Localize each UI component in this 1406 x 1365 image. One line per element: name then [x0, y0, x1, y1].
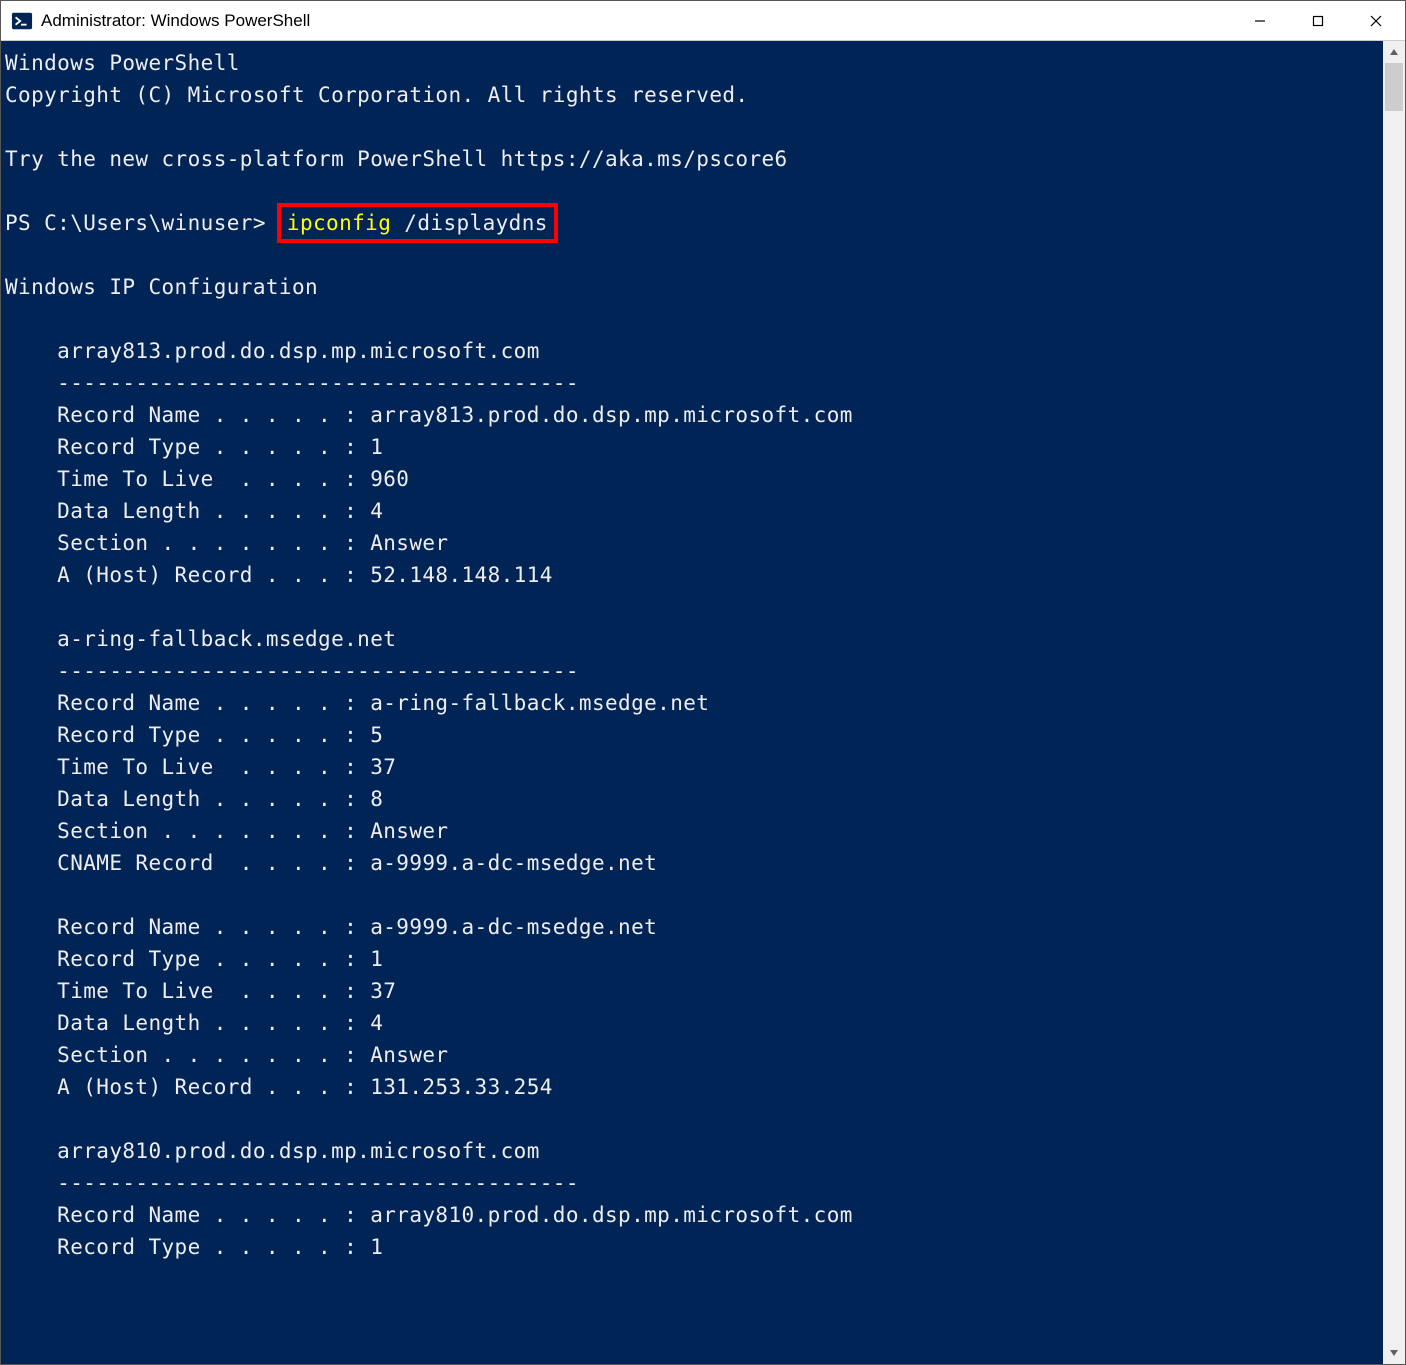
scroll-thumb[interactable] [1385, 63, 1403, 111]
close-button[interactable] [1347, 1, 1405, 41]
minimize-button[interactable] [1231, 1, 1289, 41]
command-ipconfig: ipconfig [287, 211, 391, 235]
highlighted-command: ipconfig /displaydns [277, 203, 558, 243]
maximize-button[interactable] [1289, 1, 1347, 41]
scroll-up-button[interactable] [1383, 41, 1405, 63]
titlebar[interactable]: Administrator: Windows PowerShell [1, 1, 1405, 41]
vertical-scrollbar[interactable] [1383, 41, 1405, 1364]
client-area: Windows PowerShell Copyright (C) Microso… [1, 41, 1405, 1364]
scroll-track[interactable] [1383, 63, 1405, 1342]
powershell-window: Administrator: Windows PowerShell Window… [0, 0, 1406, 1365]
powershell-icon [11, 10, 33, 32]
window-title: Administrator: Windows PowerShell [41, 11, 310, 31]
scroll-down-button[interactable] [1383, 1342, 1405, 1364]
terminal-output[interactable]: Windows PowerShell Copyright (C) Microso… [1, 41, 1383, 1364]
